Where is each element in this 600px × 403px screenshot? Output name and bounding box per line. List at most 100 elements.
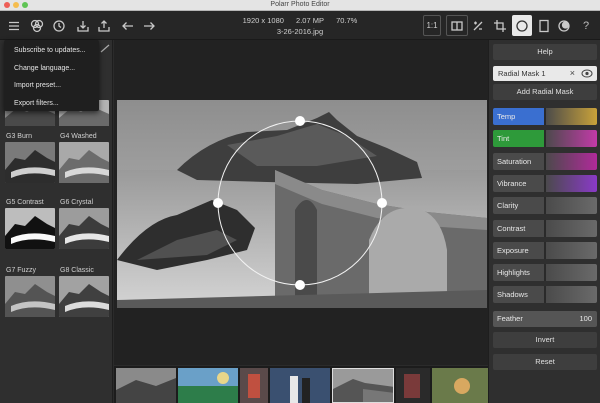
- export-icon: [98, 19, 110, 32]
- filter-g7-fuzzy[interactable]: G7 Fuzzy: [5, 266, 55, 317]
- close-icon[interactable]: ×: [570, 66, 575, 81]
- thumbnail-image: [116, 368, 176, 403]
- filmstrip: [114, 366, 488, 403]
- mask-handle-top: [295, 116, 305, 126]
- slider-handle[interactable]: [544, 152, 546, 170]
- menu-item-export-filters[interactable]: Export filters...: [4, 95, 99, 113]
- mask-handle-right: [377, 198, 387, 208]
- slider-handle[interactable]: [544, 286, 546, 304]
- reset-button[interactable]: Reset: [493, 354, 597, 370]
- filmstrip-photo[interactable]: [240, 368, 268, 403]
- slider-clarity[interactable]: Clarity: [493, 197, 597, 215]
- filmstrip-photo[interactable]: [396, 368, 430, 403]
- thumbnail-image: [270, 368, 330, 403]
- feather-label: Feather: [497, 314, 523, 323]
- filter-name: G5 Contrast: [6, 199, 44, 206]
- overlay-button[interactable]: [556, 15, 572, 36]
- slider-exposure[interactable]: Exposure: [493, 241, 597, 259]
- compare-button[interactable]: [446, 15, 468, 36]
- slider-label: Temp: [497, 112, 516, 121]
- import-icon: [77, 20, 89, 32]
- crop-icon: [494, 19, 506, 32]
- slider-handle[interactable]: [544, 174, 546, 192]
- slider-contrast[interactable]: Contrast: [493, 219, 597, 237]
- filter-g3-burn[interactable]: G3 Burn: [5, 132, 55, 183]
- slider-tint[interactable]: Tint: [493, 130, 597, 148]
- menu-item-import-preset[interactable]: Import preset...: [4, 77, 99, 95]
- radial-mask-overlay[interactable]: [114, 40, 488, 365]
- radial-mask-item[interactable]: Radial Mask 1 ×: [493, 66, 597, 81]
- menu-item-subscribe[interactable]: Subscribe to updates...: [4, 42, 99, 60]
- filmstrip-photo-selected[interactable]: [332, 368, 394, 403]
- slider-temp[interactable]: Temp: [493, 108, 597, 125]
- history-icon: [53, 19, 65, 32]
- toolbar: 1920 x 1080 2.07 MP 70.7% 3-26-2016.jpg …: [0, 11, 600, 40]
- slider-vibrance[interactable]: Vibrance: [493, 174, 597, 192]
- filmstrip-photo[interactable]: [116, 368, 176, 403]
- slider-track-right: [545, 174, 597, 192]
- crop-button[interactable]: [491, 15, 509, 36]
- panel-button[interactable]: [536, 15, 552, 36]
- slider-handle[interactable]: [544, 108, 546, 125]
- slider-label: Tint: [497, 134, 510, 144]
- slider-saturation[interactable]: Saturation: [493, 152, 597, 170]
- slider-track-right: [545, 219, 597, 237]
- export-button[interactable]: [95, 15, 113, 36]
- filter-name: G6 Crystal: [60, 199, 94, 206]
- filter-g8-classic[interactable]: G8 Classic: [59, 266, 109, 317]
- slider-track-right: [545, 152, 597, 170]
- slider-shadows[interactable]: Shadows: [493, 286, 597, 304]
- slider-handle[interactable]: [544, 130, 546, 148]
- history-button[interactable]: [50, 15, 68, 36]
- help-button[interactable]: Help: [493, 44, 597, 60]
- feather-value: 100: [579, 314, 592, 323]
- local-adjust-button[interactable]: [512, 15, 532, 36]
- help-icon[interactable]: ?: [578, 15, 594, 36]
- slider-handle[interactable]: [544, 264, 546, 282]
- slider-label: Saturation: [497, 156, 532, 166]
- filter-g6-crystal[interactable]: G6 Crystal: [59, 198, 109, 249]
- filters-icon: [30, 19, 44, 32]
- eye-icon[interactable]: [581, 69, 593, 78]
- slider-label: Exposure: [497, 245, 529, 255]
- window-title: Polarr Photo Editor: [270, 1, 330, 8]
- redo-button[interactable]: [140, 15, 158, 36]
- menu-button[interactable]: [5, 15, 23, 36]
- thumbnail-image: [396, 368, 430, 403]
- slider-handle[interactable]: [544, 197, 546, 215]
- slider-handle[interactable]: [544, 219, 546, 237]
- image-megapixels: 2.07 MP: [296, 16, 324, 25]
- add-radial-mask-button[interactable]: Add Radial Mask: [493, 84, 597, 100]
- slider-highlights[interactable]: Highlights: [493, 264, 597, 282]
- feather-slider[interactable]: Feather 100: [493, 311, 597, 327]
- thumbnail-image: [5, 276, 55, 317]
- import-button[interactable]: [74, 15, 92, 36]
- toggle-button[interactable]: [469, 15, 487, 36]
- main-menu-dropdown: Subscribe to updates... Change language.…: [4, 40, 99, 111]
- mask-handle-left: [213, 198, 223, 208]
- slider-track-right: [545, 108, 597, 125]
- mask-handle-bottom: [295, 280, 305, 290]
- photo-canvas[interactable]: [114, 40, 488, 365]
- image-filename: 3-26-2016.jpg: [276, 27, 324, 36]
- filmstrip-photo[interactable]: [432, 368, 488, 403]
- filmstrip-photo[interactable]: [270, 368, 330, 403]
- local-adjust-icon: [516, 19, 528, 32]
- zoom-fit-button[interactable]: 1:1: [423, 15, 441, 36]
- filter-name: G4 Washed: [60, 133, 97, 140]
- redo-icon: [144, 21, 155, 30]
- thumbnail-image: [178, 368, 238, 403]
- slider-handle[interactable]: [544, 241, 546, 259]
- filmstrip-photo[interactable]: [178, 368, 238, 403]
- panel-icon: [539, 19, 549, 32]
- filter-g4-washed[interactable]: G4 Washed: [59, 132, 109, 183]
- filter-g5-contrast[interactable]: G5 Contrast: [5, 198, 55, 249]
- thumbnail-image: [5, 142, 55, 183]
- undo-button[interactable]: [119, 15, 137, 36]
- slider-track-right: [545, 241, 597, 259]
- menu-item-change-language[interactable]: Change language...: [4, 60, 99, 78]
- invert-button[interactable]: Invert: [493, 332, 597, 348]
- filters-button[interactable]: [28, 15, 46, 36]
- filter-name: G8 Classic: [60, 267, 94, 274]
- favorite-icon[interactable]: [99, 42, 111, 56]
